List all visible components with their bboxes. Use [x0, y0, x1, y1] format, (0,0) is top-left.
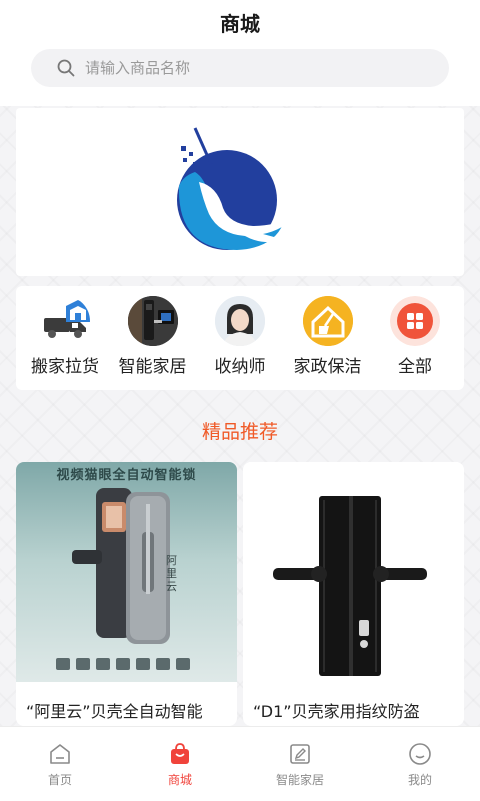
top-bar: 商城	[0, 0, 480, 106]
category-organizer[interactable]: 收纳师	[197, 286, 283, 390]
all-categories-icon	[390, 296, 440, 346]
home-icon	[47, 741, 73, 767]
tab-label: 智能家居	[275, 773, 324, 787]
product-side-text: 阿里云	[166, 554, 177, 593]
category-label: 家政保洁	[293, 357, 362, 377]
app-logo	[177, 127, 295, 250]
product-name: “D1”贝壳家用指纹防盗	[253, 702, 420, 721]
tab-label: 我的	[407, 773, 432, 787]
product-card[interactable]: 视频猫眼全自动智能锁 阿里云 “阿里云”贝壳全自动智能	[16, 462, 237, 726]
tab-home[interactable]: 首页	[0, 727, 120, 801]
edit-icon	[287, 741, 313, 767]
search-bar[interactable]	[31, 49, 449, 87]
category-moving[interactable]: 搬家拉货	[22, 286, 108, 390]
product-image: 视频猫眼全自动智能锁 阿里云	[16, 462, 237, 682]
bottom-tab-bar: 首页 商城 智能家居 我的	[0, 726, 480, 801]
tab-smart-home[interactable]: 智能家居	[240, 727, 360, 801]
moving-truck-icon	[40, 296, 90, 346]
category-cleaning[interactable]: 家政保洁	[285, 286, 371, 390]
category-smart-home[interactable]: 智能家居	[110, 286, 196, 390]
product-image	[243, 462, 464, 682]
shopping-bag-icon	[167, 741, 193, 767]
search-icon	[57, 58, 77, 78]
category-label: 全部	[398, 357, 432, 377]
user-icon	[407, 741, 433, 767]
category-label: 搬家拉货	[31, 357, 99, 377]
cleaning-house-icon	[302, 296, 353, 346]
product-card[interactable]: “D1”贝壳家用指纹防盗	[243, 462, 464, 726]
category-label: 收纳师	[214, 357, 266, 377]
category-label: 智能家居	[118, 357, 187, 377]
category-grid: 搬家拉货 智能家居 收纳师 家政保洁 全部	[16, 286, 464, 390]
organizer-avatar	[215, 296, 265, 346]
smart-lock-image	[56, 488, 190, 670]
tab-mall[interactable]: 商城	[120, 727, 240, 801]
search-input[interactable]	[83, 58, 417, 78]
product-name: “阿里云”贝壳全自动智能	[26, 702, 203, 721]
section-title: 精品推荐	[201, 421, 278, 443]
door-lock-image	[273, 496, 427, 676]
tab-label: 商城	[167, 773, 192, 787]
page-title: 商城	[220, 12, 260, 36]
banner[interactable]	[16, 108, 464, 276]
tab-label: 首页	[47, 773, 72, 787]
smart-home-photo	[127, 296, 178, 346]
category-all[interactable]: 全部	[372, 286, 458, 390]
tab-profile[interactable]: 我的	[360, 727, 480, 801]
